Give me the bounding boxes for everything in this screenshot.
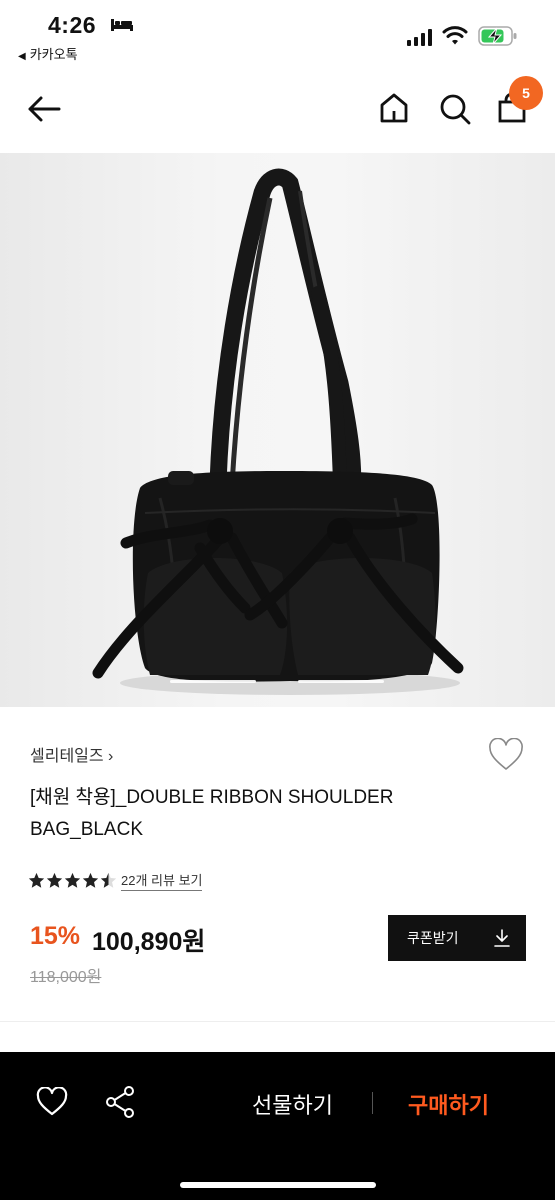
download-icon bbox=[494, 929, 510, 947]
divider bbox=[0, 1021, 555, 1022]
gift-button[interactable]: 선물하기 bbox=[252, 1088, 333, 1120]
cart-count-badge: 5 bbox=[509, 76, 543, 110]
discount-rate: 15% bbox=[30, 922, 81, 950]
star-full-icon bbox=[64, 872, 81, 888]
star-full-icon bbox=[46, 872, 63, 888]
bag-photo bbox=[92, 168, 464, 695]
home-indicator bbox=[180, 1182, 376, 1188]
sale-price: 100,890원 bbox=[92, 928, 206, 956]
rating-stars bbox=[28, 870, 118, 890]
star-full-icon bbox=[82, 872, 99, 888]
status-time: 4:26 bbox=[48, 12, 97, 38]
wifi-icon bbox=[442, 26, 468, 45]
carousel-indicator bbox=[298, 680, 384, 683]
brand-link[interactable]: 셀리테일즈 › bbox=[30, 742, 113, 766]
star-full-icon bbox=[28, 872, 45, 888]
status-bar: 4:26 ◀ 카카오톡 bbox=[0, 0, 555, 66]
separator bbox=[372, 1092, 373, 1114]
back-triangle-icon: ◀ bbox=[18, 51, 26, 62]
bottom-action-bar: 선물하기 구매하기 bbox=[0, 1052, 555, 1200]
signal-icon bbox=[407, 29, 432, 46]
buy-button[interactable]: 구매하기 bbox=[408, 1088, 489, 1120]
top-nav bbox=[0, 80, 555, 140]
product-title: [채원 착용]_DOUBLE RIBBON SHOULDER BAG_BLACK bbox=[30, 787, 394, 840]
coupon-button[interactable]: 쿠폰받기 bbox=[388, 915, 526, 961]
heart-icon[interactable] bbox=[36, 1087, 68, 1117]
share-icon[interactable] bbox=[104, 1085, 136, 1119]
star-half-icon bbox=[100, 872, 117, 888]
back-app-label: 카카오톡 bbox=[29, 47, 78, 62]
back-to-app-link[interactable]: ◀ 카카오톡 bbox=[18, 44, 78, 63]
carousel-indicator bbox=[170, 680, 256, 683]
battery-charging-icon bbox=[478, 26, 517, 46]
home-icon[interactable] bbox=[378, 92, 410, 124]
coupon-label: 쿠폰받기 bbox=[407, 930, 459, 946]
search-icon[interactable] bbox=[438, 92, 472, 126]
bed-icon bbox=[111, 19, 133, 31]
back-arrow-icon[interactable] bbox=[26, 94, 62, 124]
review-link[interactable]: 22개 리뷰 보기 bbox=[121, 870, 203, 891]
original-price: 118,000원 bbox=[30, 969, 102, 986]
wishlist-heart-icon[interactable] bbox=[488, 738, 524, 772]
product-image[interactable] bbox=[0, 153, 555, 707]
